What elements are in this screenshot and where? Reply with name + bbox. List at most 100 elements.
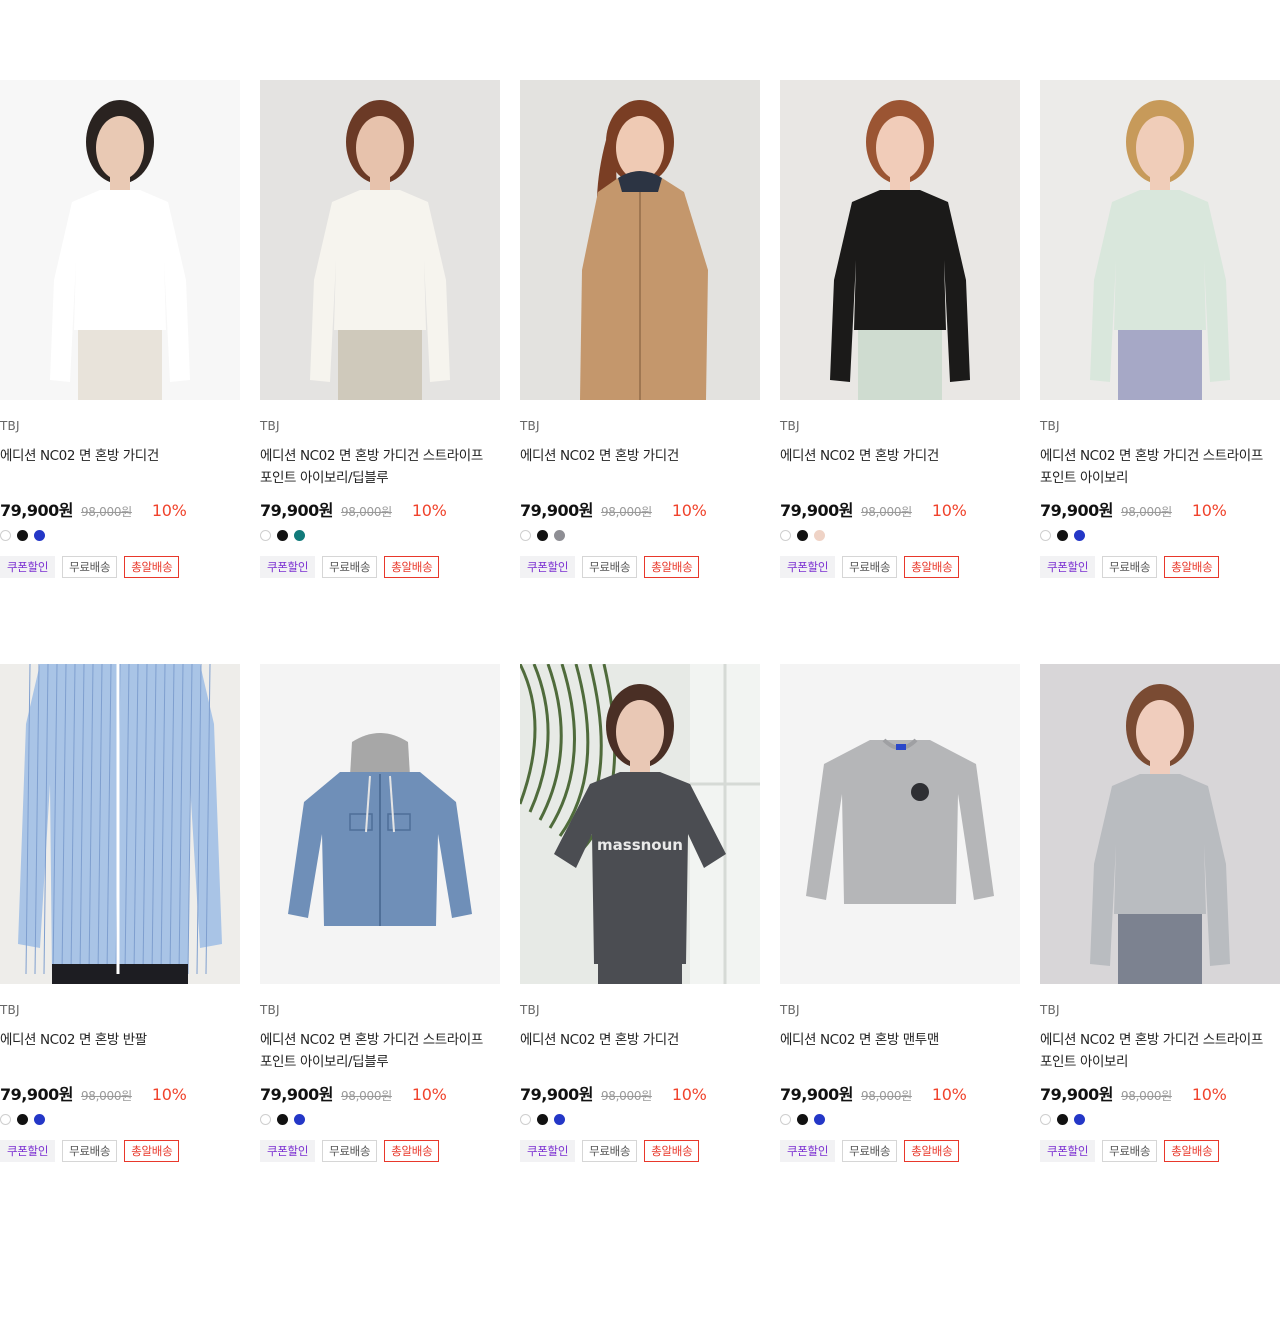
- color-swatch[interactable]: [294, 529, 305, 541]
- price-row: 79,900원 98,000원 10%: [260, 1081, 500, 1105]
- product-card-10[interactable]: TBJ 에디션 NC02 면 혼방 가디건 스트라이프 포인트 아이보리 79,…: [1040, 664, 1280, 1168]
- color-swatch[interactable]: [1040, 529, 1051, 541]
- original-price: 98,000원: [340, 505, 392, 519]
- product-name[interactable]: 에디션 NC02 면 혼방 가디건: [780, 445, 1020, 489]
- color-swatch[interactable]: [1074, 1113, 1085, 1125]
- discount-rate: 10%: [411, 1085, 447, 1104]
- express-shipping-tag: 총알배송: [384, 1140, 440, 1162]
- original-price: 98,000원: [600, 505, 652, 519]
- discount-rate: 10%: [1191, 1085, 1227, 1104]
- sale-price: 79,900원: [520, 1085, 593, 1104]
- sale-price: 79,900원: [0, 501, 73, 520]
- color-swatch[interactable]: [554, 529, 565, 541]
- free-shipping-tag: 무료배송: [1102, 556, 1158, 578]
- coupon-tag: 쿠폰할인: [780, 1140, 836, 1162]
- color-swatch[interactable]: [34, 529, 45, 541]
- express-shipping-tag: 총알배송: [124, 556, 180, 578]
- product-name[interactable]: 에디션 NC02 면 혼방 맨투맨: [780, 1029, 1020, 1073]
- coupon-tag: 쿠폰할인: [520, 556, 576, 578]
- product-brand: TBJ: [1040, 1003, 1060, 1017]
- color-swatch[interactable]: [260, 1113, 271, 1125]
- product-card-1[interactable]: TBJ 에디션 NC02 면 혼방 가디건 79,900원 98,000원 10…: [0, 80, 240, 584]
- original-price: 98,000원: [80, 1089, 132, 1103]
- color-swatch[interactable]: [537, 1113, 548, 1125]
- product-photo: [1040, 80, 1280, 400]
- product-image[interactable]: [520, 80, 760, 400]
- product-card-7[interactable]: TBJ 에디션 NC02 면 혼방 가디건 스트라이프 포인트 아이보리/딥블루…: [260, 664, 500, 1168]
- product-name[interactable]: 에디션 NC02 면 혼방 가디건 스트라이프 포인트 아이보리: [1040, 1029, 1280, 1073]
- product-name[interactable]: 에디션 NC02 면 혼방 가디건: [0, 445, 240, 489]
- free-shipping-tag: 무료배송: [582, 556, 638, 578]
- free-shipping-tag: 무료배송: [842, 1140, 898, 1162]
- color-swatch[interactable]: [34, 1113, 45, 1125]
- product-card-6[interactable]: TBJ 에디션 NC02 면 혼방 반팔 79,900원 98,000원 10%…: [0, 664, 240, 1168]
- product-image[interactable]: [1040, 664, 1280, 984]
- product-card-4[interactable]: TBJ 에디션 NC02 면 혼방 가디건 79,900원 98,000원 10…: [780, 80, 1020, 584]
- coupon-tag: 쿠폰할인: [260, 1140, 316, 1162]
- product-name[interactable]: 에디션 NC02 면 혼방 가디건 스트라이프 포인트 아이보리/딥블루: [260, 1029, 500, 1073]
- product-name[interactable]: 에디션 NC02 면 혼방 가디건: [520, 445, 760, 489]
- product-photo: [0, 80, 240, 400]
- color-swatch[interactable]: [17, 1113, 28, 1125]
- color-swatches: [780, 1113, 1020, 1125]
- original-price: 98,000원: [600, 1089, 652, 1103]
- color-swatch[interactable]: [277, 1113, 288, 1125]
- original-price: 98,000원: [1120, 505, 1172, 519]
- color-swatch[interactable]: [294, 1113, 305, 1125]
- original-price: 98,000원: [860, 1089, 912, 1103]
- color-swatch[interactable]: [0, 529, 11, 541]
- color-swatch[interactable]: [780, 1113, 791, 1125]
- color-swatch[interactable]: [797, 529, 808, 541]
- express-shipping-tag: 총알배송: [124, 1140, 180, 1162]
- product-card-8[interactable]: massnoun TBJ 에디션 NC02 면 혼방 가디건 79,900원 9…: [520, 664, 760, 1168]
- product-tags: 쿠폰할인 무료배송 총알배송: [1040, 556, 1280, 578]
- color-swatch[interactable]: [814, 1113, 825, 1125]
- color-swatch[interactable]: [277, 529, 288, 541]
- product-card-9[interactable]: TBJ 에디션 NC02 면 혼방 맨투맨 79,900원 98,000원 10…: [780, 664, 1020, 1168]
- price-row: 79,900원 98,000원 10%: [780, 497, 1020, 521]
- color-swatch[interactable]: [1040, 1113, 1051, 1125]
- product-tags: 쿠폰할인 무료배송 총알배송: [260, 1140, 500, 1162]
- color-swatch[interactable]: [1057, 529, 1068, 541]
- product-image[interactable]: [780, 664, 1020, 984]
- product-name[interactable]: 에디션 NC02 면 혼방 가디건: [520, 1029, 760, 1073]
- express-shipping-tag: 총알배송: [644, 556, 700, 578]
- product-image[interactable]: massnoun: [520, 664, 760, 984]
- color-swatch[interactable]: [520, 1113, 531, 1125]
- product-brand: TBJ: [780, 1003, 800, 1017]
- product-image[interactable]: [780, 80, 1020, 400]
- product-card-2[interactable]: TBJ 에디션 NC02 면 혼방 가디건 스트라이프 포인트 아이보리/딥블루…: [260, 80, 500, 584]
- product-photo: [520, 80, 760, 400]
- product-name[interactable]: 에디션 NC02 면 혼방 가디건 스트라이프 포인트 아이보리: [1040, 445, 1280, 489]
- discount-rate: 10%: [151, 1085, 187, 1104]
- product-photo: massnoun: [520, 664, 760, 984]
- product-name[interactable]: 에디션 NC02 면 혼방 반팔: [0, 1029, 240, 1073]
- product-photo: [780, 80, 1020, 400]
- color-swatch[interactable]: [520, 529, 531, 541]
- original-price: 98,000원: [80, 505, 132, 519]
- product-card-3[interactable]: TBJ 에디션 NC02 면 혼방 가디건 79,900원 98,000원 10…: [520, 80, 760, 584]
- product-name[interactable]: 에디션 NC02 면 혼방 가디건 스트라이프 포인트 아이보리/딥블루: [260, 445, 500, 489]
- color-swatch[interactable]: [17, 529, 28, 541]
- product-image[interactable]: [0, 80, 240, 400]
- color-swatch[interactable]: [260, 529, 271, 541]
- sale-price: 79,900원: [780, 501, 853, 520]
- product-image[interactable]: [1040, 80, 1280, 400]
- product-tags: 쿠폰할인 무료배송 총알배송: [0, 556, 240, 578]
- color-swatch[interactable]: [1074, 529, 1085, 541]
- price-row: 79,900원 98,000원 10%: [520, 497, 760, 521]
- product-grid: TBJ 에디션 NC02 면 혼방 가디건 79,900원 98,000원 10…: [0, 80, 1280, 1168]
- color-swatch[interactable]: [1057, 1113, 1068, 1125]
- color-swatch[interactable]: [780, 529, 791, 541]
- sale-price: 79,900원: [260, 1085, 333, 1104]
- product-card-5[interactable]: TBJ 에디션 NC02 면 혼방 가디건 스트라이프 포인트 아이보리 79,…: [1040, 80, 1280, 584]
- product-image[interactable]: [260, 80, 500, 400]
- color-swatch[interactable]: [554, 1113, 565, 1125]
- express-shipping-tag: 총알배송: [384, 556, 440, 578]
- product-image[interactable]: [0, 664, 240, 984]
- color-swatch[interactable]: [814, 529, 825, 541]
- color-swatch[interactable]: [0, 1113, 11, 1125]
- color-swatch[interactable]: [797, 1113, 808, 1125]
- product-image[interactable]: [260, 664, 500, 984]
- color-swatch[interactable]: [537, 529, 548, 541]
